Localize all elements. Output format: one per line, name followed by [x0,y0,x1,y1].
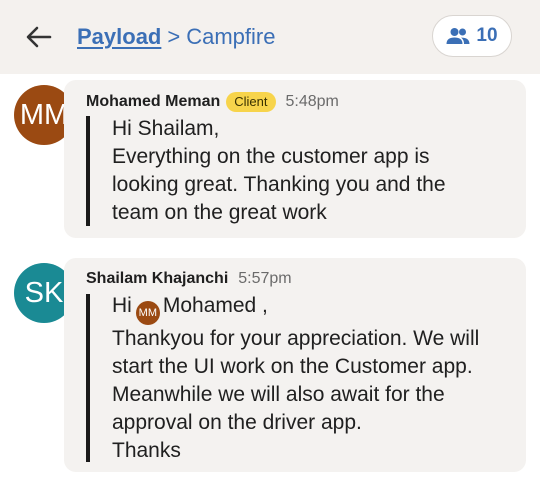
message-line: Hi Shailam, [112,117,220,140]
message-line: looking great. Thanking you and the [112,173,446,196]
message-line: team on the great work [112,201,327,224]
back-button[interactable] [24,22,54,52]
top-bar: Payload > Campfire 10 [0,0,540,74]
breadcrumb: Payload > Campfire [77,23,275,51]
message-line: approval on the driver app. [112,411,362,434]
message-line: Thankyou for your appreciation. We will [112,327,480,350]
message-meta: Mohamed Meman Client 5:48pm [86,92,339,112]
quote-bar [86,116,90,226]
greeting-text: Hi [112,294,132,317]
author-name[interactable]: Mohamed Meman [86,93,220,111]
message-time: 5:57pm [238,270,292,287]
message-line: Thanks [112,439,181,462]
message-line: Meanwhile we will also await for the [112,383,445,406]
avatar-initials: MM [19,98,69,131]
breadcrumb-separator: > [167,24,181,49]
arrow-left-icon [26,26,52,48]
message-body: Hi Shailam, Everything on the customer a… [112,115,446,227]
client-badge: Client [226,92,276,112]
message-line: Everything on the customer app is [112,145,430,168]
avatar-initials: SK [24,276,64,309]
breadcrumb-current-campfire: Campfire [186,24,276,49]
message-line: start the UI work on the Customer app. [112,355,473,378]
members-button[interactable]: 10 [432,15,512,57]
member-count: 10 [476,25,498,46]
mention-avatar-initials: MM [138,307,157,319]
mention-name[interactable]: Mohamed , [163,294,268,317]
quote-bar [86,294,90,462]
message-greeting-line: Hi MM Mohamed , [112,292,479,325]
author-name[interactable]: Shailam Khajanchi [86,270,228,288]
message-time: 5:48pm [285,93,339,110]
message-body: Hi MM Mohamed , Thankyou for your apprecia… [112,292,479,465]
mention-avatar: MM [135,301,160,325]
breadcrumb-link-payload[interactable]: Payload [77,24,161,49]
people-icon [446,28,470,44]
message-meta: Shailam Khajanchi 5:57pm [86,270,292,288]
